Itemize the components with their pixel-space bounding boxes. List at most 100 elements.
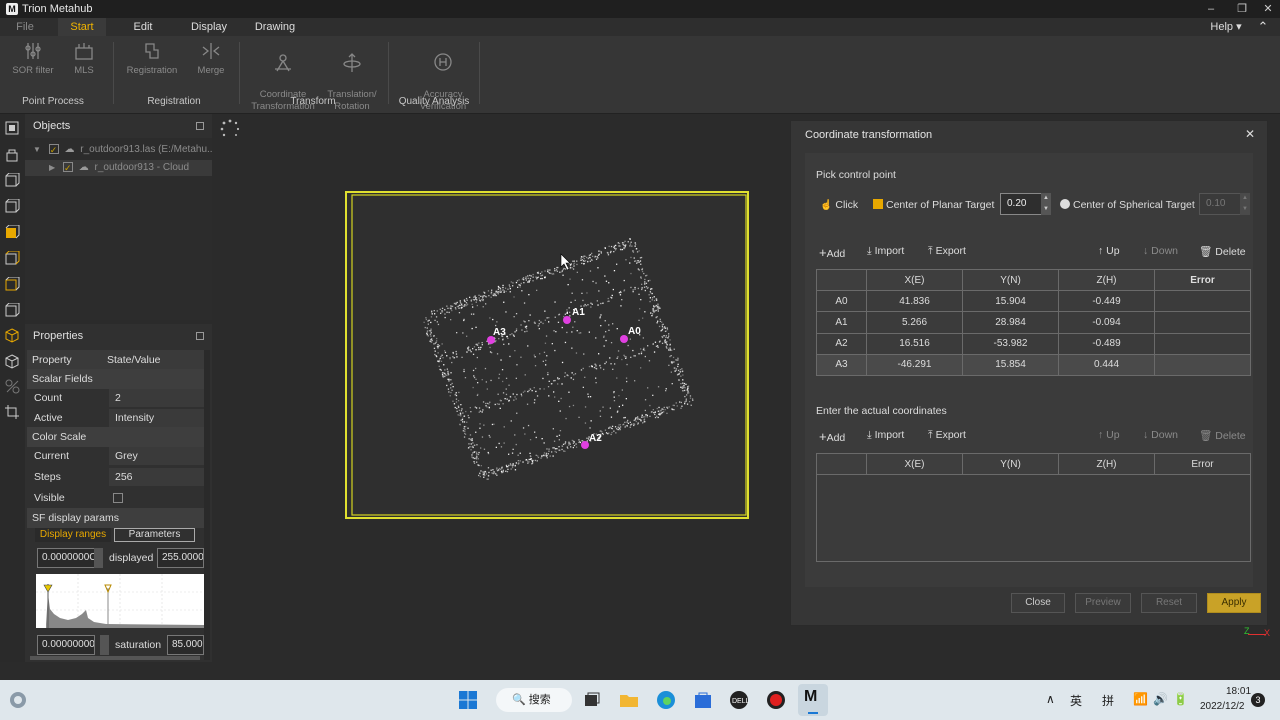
sor-filter-button[interactable]: SOR filter [10,40,56,77]
store-icon[interactable] [693,690,713,710]
table-row[interactable]: A1 5.266 28.984 -0.094 [816,311,1251,334]
tree-checkbox[interactable] [48,142,59,158]
cell-y[interactable]: 15.854 [962,353,1059,376]
iso-view-1-icon[interactable] [5,328,20,343]
close-window-button[interactable]: ✕ [1257,0,1279,18]
notification-badge[interactable]: 3 [1251,693,1265,707]
maximize-button[interactable]: ❐ [1231,0,1253,18]
steps-input[interactable]: 256 [109,468,204,486]
close-button[interactable]: Close [1011,593,1065,613]
tree-checkbox[interactable] [62,160,73,176]
view-left-icon[interactable] [5,277,20,292]
view-back-icon[interactable] [5,199,20,214]
up-button[interactable]: ↑ Up [1098,245,1120,257]
widgets-icon[interactable] [8,690,28,710]
ime-mode[interactable]: 拼 [1102,692,1114,709]
menu-help[interactable]: Help ▾ [1206,18,1246,36]
tab-display-ranges[interactable]: Display ranges [35,528,111,542]
cell-z[interactable]: -0.489 [1058,332,1155,355]
displayed-max-input[interactable]: 255.0000 [157,548,204,568]
trion-taskbar-button[interactable]: M [798,684,828,716]
export-button[interactable]: ⤒ Export [928,245,966,258]
wifi-icon[interactable]: 📶 [1133,692,1148,706]
edge-browser-icon[interactable] [656,690,676,710]
view-front-icon[interactable] [5,173,20,188]
menu-file[interactable]: File [10,18,40,36]
ribbon-collapse-icon[interactable]: ⌃ [1256,18,1270,36]
cell-y[interactable]: 28.984 [962,311,1059,334]
active-sf-select[interactable]: Intensity [109,409,204,427]
saturation-min-spinner[interactable] [100,635,109,655]
show-hidden-icons[interactable]: ∧ [1046,692,1055,706]
planar-radius-spinner[interactable]: ▲ ▼ [1041,193,1051,215]
clock-time[interactable]: 18:01 [1226,686,1251,697]
file-explorer-icon[interactable] [619,690,639,710]
measure-tool-icon[interactable] [5,379,20,394]
import-actual-button[interactable]: ⤓ Import [867,429,904,442]
taskbar-search[interactable]: 🔍 搜索 [496,688,572,712]
delete-actual-button[interactable]: 🗑 Delete [1199,429,1246,442]
dialog-close-icon[interactable]: ✕ [1245,127,1255,141]
reset-button[interactable]: Reset [1141,593,1197,613]
battery-icon[interactable]: 🔋 [1173,692,1188,706]
windows-start-icon[interactable] [458,690,478,710]
cell-x[interactable]: -46.291 [866,353,963,376]
clock-date[interactable]: 2022/12/2 [1200,701,1245,712]
select-tool-icon[interactable] [5,121,20,136]
table-row[interactable]: A0 41.836 15.904 -0.449 [816,290,1251,313]
preview-button[interactable]: Preview [1075,593,1131,613]
view-right-icon[interactable] [5,303,20,318]
point-cloud-view[interactable]: A0 A1 A2 A3 [345,191,749,519]
table-row[interactable]: A2 16.516 -53.982 -0.489 [816,332,1251,355]
add-actual-button[interactable]: +Add [819,429,845,444]
tree-item-cloud[interactable]: ▶ ☁ r_outdoor913 - Cloud [25,160,212,176]
color-scale-select[interactable]: Grey [109,447,204,465]
import-button[interactable]: ⤓ Import [867,245,904,258]
cell-x[interactable]: 5.266 [866,311,963,334]
menu-drawing[interactable]: Drawing [250,18,300,36]
displayed-min-input[interactable]: 0.0000000C [37,548,95,568]
lock-tool-icon[interactable] [5,147,20,162]
screen-recorder-icon[interactable] [766,690,786,710]
histogram-chart[interactable] [36,574,204,628]
collapse-arrow-icon[interactable]: ▶ [49,163,55,172]
down-button[interactable]: ↓ Down [1143,245,1178,257]
cell-z[interactable]: -0.449 [1058,290,1155,313]
crop-tool-icon[interactable] [5,405,20,420]
mls-button[interactable]: MLS [66,40,102,77]
cell-z[interactable]: 0.444 [1058,353,1155,376]
properties-scrollbar[interactable] [204,350,210,660]
volume-icon[interactable]: 🔊 [1153,692,1168,706]
properties-h-scrollbar[interactable] [30,656,200,660]
spherical-radius-spinner[interactable]: ▲ ▼ [1240,193,1250,215]
menu-start[interactable]: Start [58,18,106,36]
saturation-max-input[interactable]: 85.0000 [167,635,204,655]
cell-z[interactable]: -0.094 [1058,311,1155,334]
export-actual-button[interactable]: ⤒ Export [928,429,966,442]
registration-button[interactable]: Registration [122,40,182,77]
table-row-selected[interactable]: A3 -46.291 15.854 0.444 [816,353,1251,376]
click-mode-option[interactable]: ☝ Click [820,199,858,211]
tree-item-las-file[interactable]: ▼ ☁ r_outdoor913.las (E:/Metahu... [33,142,215,158]
tab-parameters[interactable]: Parameters [114,528,195,542]
iso-view-2-icon[interactable] [5,354,20,369]
dell-icon[interactable]: DELL [729,690,749,710]
undock-icon[interactable] [196,332,204,340]
planar-target-checkbox[interactable] [873,199,883,209]
saturation-min-input[interactable]: 0.00000000 [37,635,95,655]
add-point-button[interactable]: +Add [819,245,845,260]
cell-x[interactable]: 16.516 [866,332,963,355]
expand-arrow-icon[interactable]: ▼ [33,145,41,154]
merge-button[interactable]: Merge [192,40,230,77]
ime-language[interactable]: 英 [1070,692,1082,709]
menu-edit[interactable]: Edit [124,18,162,36]
down-actual-button[interactable]: ↓ Down [1143,429,1178,441]
cell-y[interactable]: 15.904 [962,290,1059,313]
displayed-min-spinner[interactable] [94,548,103,568]
view-bottom-icon[interactable] [5,251,20,266]
cell-x[interactable]: 41.836 [866,290,963,313]
cell-y[interactable]: -53.982 [962,332,1059,355]
view-top-icon[interactable] [5,225,20,240]
delete-button[interactable]: 🗑 Delete [1199,245,1246,258]
spherical-target-radio[interactable] [1060,199,1070,209]
